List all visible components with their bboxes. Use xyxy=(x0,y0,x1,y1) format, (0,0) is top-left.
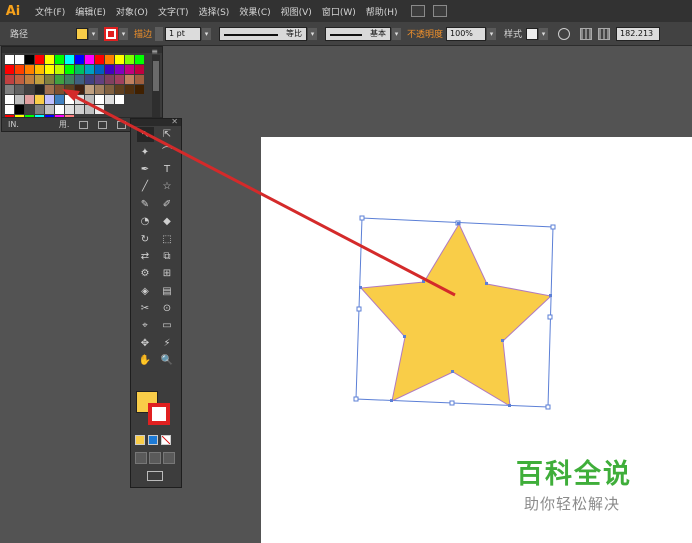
star-shape[interactable] xyxy=(359,222,553,407)
watermark-title: 百科全说 xyxy=(516,459,632,490)
watermark: 百科全说 助你轻松解决 xyxy=(516,452,676,514)
watermark-subtitle: 助你轻松解决 xyxy=(524,495,621,513)
annotation-arrow xyxy=(71,93,456,297)
